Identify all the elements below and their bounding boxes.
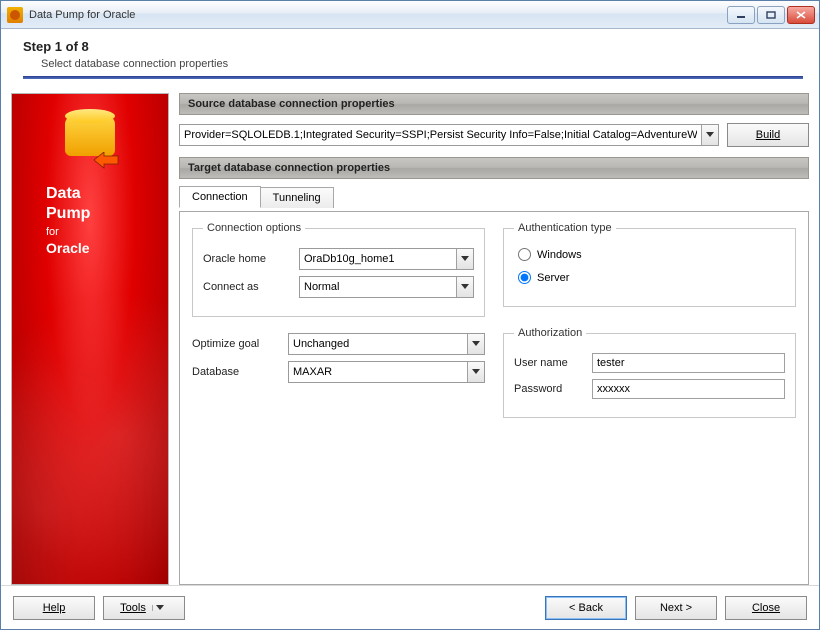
auth-type-fieldset: Authentication type Windows Server xyxy=(503,222,796,307)
tab-tunneling[interactable]: Tunneling xyxy=(260,187,334,208)
step-subtitle: Select database connection properties xyxy=(23,58,803,70)
close-icon xyxy=(796,11,806,19)
optimize-goal-input[interactable] xyxy=(289,334,467,354)
chevron-down-icon xyxy=(156,605,164,611)
source-connection-combo[interactable] xyxy=(179,124,719,146)
source-connection-dropdown[interactable] xyxy=(701,125,718,145)
left-fields: Optimize goal Database xyxy=(192,327,485,418)
app-window: Data Pump for Oracle Step 1 of 8 Select … xyxy=(0,0,820,630)
build-button-label: Build xyxy=(756,129,780,141)
target-tabs: Connection Tunneling xyxy=(179,185,809,207)
chevron-down-icon xyxy=(461,256,469,262)
window-buttons xyxy=(727,6,815,24)
brand-line4: Oracle xyxy=(46,240,168,258)
connect-as-dropdown[interactable] xyxy=(456,277,473,297)
chevron-down-icon xyxy=(472,341,480,347)
oracle-home-dropdown[interactable] xyxy=(456,249,473,269)
back-button[interactable]: < Back xyxy=(545,596,627,620)
optimize-goal-combo[interactable] xyxy=(288,333,485,355)
chevron-down-icon xyxy=(706,132,714,138)
tools-dropdown[interactable] xyxy=(152,605,168,611)
auth-server-radio[interactable] xyxy=(518,271,531,284)
help-label: Help xyxy=(43,602,66,614)
target-section-header: Target database connection properties xyxy=(179,157,809,179)
right-fields: Authorization User name Password xyxy=(503,327,796,418)
auth-server-row[interactable]: Server xyxy=(518,271,785,284)
maximize-icon xyxy=(766,11,776,19)
tab-connection[interactable]: Connection xyxy=(179,186,261,208)
authorization-legend: Authorization xyxy=(514,327,586,339)
authorization-fieldset: Authorization User name Password xyxy=(503,327,796,418)
help-button[interactable]: Help xyxy=(13,596,95,620)
username-label: User name xyxy=(514,357,584,369)
brand-line1: Data xyxy=(46,184,168,204)
connection-options-legend: Connection options xyxy=(203,222,305,234)
build-button[interactable]: Build xyxy=(727,123,809,147)
auth-windows-radio[interactable] xyxy=(518,248,531,261)
source-connection-input[interactable] xyxy=(180,125,701,145)
connect-as-combo[interactable] xyxy=(299,276,474,298)
database-combo[interactable] xyxy=(288,361,485,383)
connect-as-input[interactable] xyxy=(300,277,456,297)
tab-panel-connection: Connection options Oracle home Connect a… xyxy=(179,211,809,585)
oracle-home-combo[interactable] xyxy=(299,248,474,270)
username-input[interactable] xyxy=(592,353,785,373)
oracle-home-label: Oracle home xyxy=(203,253,291,265)
connect-as-label: Connect as xyxy=(203,281,291,293)
auth-windows-row[interactable]: Windows xyxy=(518,248,785,261)
tools-button[interactable]: Tools xyxy=(103,596,185,620)
database-label: Database xyxy=(192,366,280,378)
brand-sidebar: Data Pump for Oracle xyxy=(11,93,169,585)
product-icon xyxy=(62,116,118,172)
auth-server-label: Server xyxy=(537,272,569,284)
next-label: Next > xyxy=(660,602,692,614)
next-button[interactable]: Next > xyxy=(635,596,717,620)
app-icon xyxy=(7,7,23,23)
source-section-header: Source database connection properties xyxy=(179,93,809,115)
close-window-button[interactable] xyxy=(787,6,815,24)
oracle-home-input[interactable] xyxy=(300,249,456,269)
back-label: < Back xyxy=(569,602,603,614)
optimize-goal-dropdown[interactable] xyxy=(467,334,484,354)
content-area: Data Pump for Oracle Source database con… xyxy=(1,85,819,585)
database-dropdown[interactable] xyxy=(467,362,484,382)
chevron-down-icon xyxy=(461,284,469,290)
window-title: Data Pump for Oracle xyxy=(29,9,727,21)
auth-type-legend: Authentication type xyxy=(514,222,616,234)
minimize-button[interactable] xyxy=(727,6,755,24)
minimize-icon xyxy=(736,11,746,19)
titlebar: Data Pump for Oracle xyxy=(1,1,819,29)
maximize-button[interactable] xyxy=(757,6,785,24)
wizard-footer: Help Tools < Back Next > Close xyxy=(1,585,819,629)
header-divider xyxy=(23,76,803,79)
password-label: Password xyxy=(514,383,584,395)
source-row: Build xyxy=(179,119,809,153)
product-name: Data Pump for Oracle xyxy=(12,184,168,257)
optimize-goal-label: Optimize goal xyxy=(192,338,280,350)
brand-line3: for xyxy=(46,226,168,240)
tools-label: Tools xyxy=(120,602,146,614)
close-label: Close xyxy=(752,602,780,614)
wizard-header: Step 1 of 8 Select database connection p… xyxy=(1,29,819,85)
step-title: Step 1 of 8 xyxy=(23,39,803,54)
database-input[interactable] xyxy=(289,362,467,382)
brand-line2: Pump xyxy=(46,204,168,224)
chevron-down-icon xyxy=(472,369,480,375)
connection-options-fieldset: Connection options Oracle home Connect a… xyxy=(192,222,485,317)
auth-windows-label: Windows xyxy=(537,249,582,261)
main-panel: Source database connection properties Bu… xyxy=(179,93,809,585)
close-button[interactable]: Close xyxy=(725,596,807,620)
password-input[interactable] xyxy=(592,379,785,399)
